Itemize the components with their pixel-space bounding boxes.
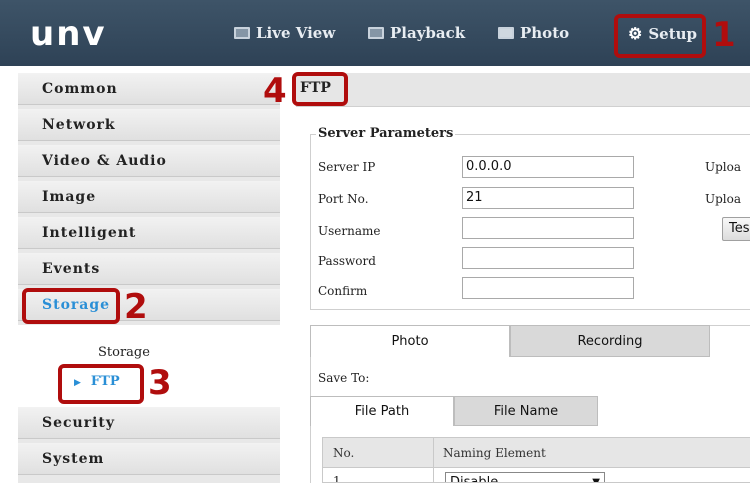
confirm-label: Confirm xyxy=(318,284,368,298)
subtab-file-path[interactable]: File Path xyxy=(310,396,454,426)
sidebar-item-intelligent[interactable]: Intelligent xyxy=(18,217,280,249)
upload-label-1: Uploa xyxy=(705,160,742,174)
port-input[interactable]: 21 xyxy=(462,187,634,209)
column-header-no: No. xyxy=(333,446,355,460)
tab-recording[interactable]: Recording xyxy=(510,325,710,357)
sidebar-item-security[interactable]: Security xyxy=(18,407,280,439)
sidebar-item-network[interactable]: Network xyxy=(18,109,280,141)
nav-live-view-label: Live View xyxy=(256,24,336,42)
password-input[interactable] xyxy=(462,247,634,269)
naming-element-select[interactable]: Disable ▼ xyxy=(445,472,605,483)
naming-table: No. Naming Element 1 Disable ▼ xyxy=(322,437,750,483)
confirm-input[interactable] xyxy=(462,277,634,299)
annotation-box-storage xyxy=(22,288,120,324)
naming-element-value: Disable xyxy=(450,475,499,483)
annotation-number-1: 1 xyxy=(712,15,736,55)
annotation-box-ftp xyxy=(58,364,144,404)
brand-logo: unv xyxy=(30,14,107,54)
monitor-icon xyxy=(234,27,250,39)
column-header-naming-element: Naming Element xyxy=(443,446,546,460)
table-cell-no: 1 xyxy=(333,474,341,483)
nav-photo[interactable]: Photo xyxy=(498,24,569,42)
nav-live-view[interactable]: Live View xyxy=(234,24,335,42)
chevron-down-icon: ▼ xyxy=(592,477,600,483)
submenu-item-storage[interactable]: Storage xyxy=(98,345,150,360)
tab-photo[interactable]: Photo xyxy=(310,325,510,357)
nav-playback[interactable]: Playback xyxy=(368,24,465,42)
username-label: Username xyxy=(318,224,381,238)
annotation-number-4: 4 xyxy=(263,71,287,111)
sidebar: Common Network Video & Audio Image Intel… xyxy=(18,73,280,483)
subtab-file-name[interactable]: File Name xyxy=(454,396,598,426)
image-icon xyxy=(498,27,514,39)
sidebar-item-image[interactable]: Image xyxy=(18,181,280,213)
sidebar-item-system[interactable]: System xyxy=(18,443,280,475)
annotation-number-2: 2 xyxy=(124,287,148,327)
server-ip-label: Server IP xyxy=(318,160,376,174)
nav-playback-label: Playback xyxy=(390,24,466,42)
upload-label-2: Uploa xyxy=(705,192,742,206)
password-label: Password xyxy=(318,254,376,268)
annotation-box-ftp-title xyxy=(292,72,348,106)
port-label: Port No. xyxy=(318,192,369,206)
username-input[interactable] xyxy=(462,217,634,239)
sidebar-item-common[interactable]: Common xyxy=(18,73,280,105)
test-button[interactable]: Tes xyxy=(722,217,750,241)
server-ip-input[interactable]: 0.0.0.0 xyxy=(462,156,634,178)
nav-photo-label: Photo xyxy=(520,24,570,42)
film-icon xyxy=(368,27,384,39)
annotation-number-3: 3 xyxy=(148,363,172,403)
column-divider xyxy=(433,438,434,482)
sidebar-item-events[interactable]: Events xyxy=(18,253,280,285)
sidebar-item-video-audio[interactable]: Video & Audio xyxy=(18,145,280,177)
page-header xyxy=(296,73,750,107)
save-to-label: Save To: xyxy=(318,371,370,385)
server-parameters-legend: Server Parameters xyxy=(316,126,456,141)
annotation-box-setup xyxy=(614,14,706,58)
